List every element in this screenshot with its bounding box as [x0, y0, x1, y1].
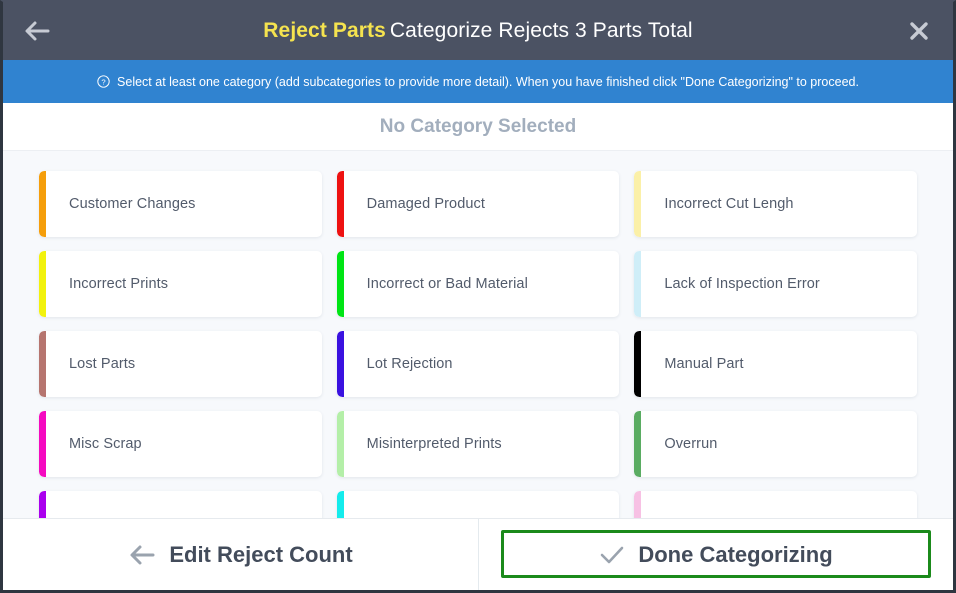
- category-accent-bar: [336, 171, 344, 237]
- instruction-bar: ? Select at least one category (add subc…: [3, 60, 953, 103]
- category-accent-bar: [634, 251, 642, 317]
- back-button[interactable]: [17, 11, 57, 51]
- category-accent-bar: [634, 331, 642, 397]
- category-accent-bar: [336, 491, 344, 518]
- category-card[interactable]: Misinterpreted Prints: [336, 411, 620, 477]
- arrow-left-icon: [128, 544, 156, 566]
- question-circle-icon: ?: [97, 75, 110, 88]
- category-card[interactable]: Damaged Product: [336, 171, 620, 237]
- category-accent-bar: [39, 251, 46, 317]
- category-card[interactable]: Incorrect Prints: [39, 251, 322, 317]
- category-card[interactable]: Incorrect Cut Lengh: [634, 171, 917, 237]
- category-label: Incorrect or Bad Material: [366, 276, 528, 292]
- category-card[interactable]: Overrun: [634, 411, 917, 477]
- category-accent-bar: [39, 491, 46, 518]
- category-card[interactable]: [39, 491, 322, 518]
- category-accent-bar: [634, 491, 642, 518]
- category-card[interactable]: Manual Part: [634, 331, 917, 397]
- category-accent-bar: [336, 251, 344, 317]
- category-grid: Customer Changes Damaged Product Incorrect…: [39, 171, 917, 518]
- category-accent-bar: [39, 171, 46, 237]
- category-card[interactable]: Misc Scrap: [39, 411, 322, 477]
- dialog-brand-title: Reject Parts: [263, 19, 386, 42]
- category-label: Incorrect Cut Lengh: [664, 196, 794, 212]
- arrow-left-icon: [25, 21, 50, 41]
- category-card[interactable]: Incorrect or Bad Material: [336, 251, 620, 317]
- category-accent-bar: [39, 411, 46, 477]
- category-label: Damaged Product: [366, 196, 486, 212]
- selected-category-bar: No Category Selected: [3, 103, 953, 151]
- category-card[interactable]: Lot Rejection: [336, 331, 620, 397]
- done-categorizing-label: Done Categorizing: [638, 541, 833, 567]
- svg-text:?: ?: [101, 77, 105, 86]
- category-accent-bar: [336, 411, 344, 477]
- check-icon: [599, 544, 625, 566]
- instruction-text: Select at least one category (add subcat…: [117, 74, 859, 89]
- category-label: Lost Parts: [69, 356, 136, 372]
- category-label: Lot Rejection: [366, 356, 453, 372]
- category-accent-bar: [336, 331, 344, 397]
- category-card[interactable]: Lack of Inspection Error: [634, 251, 917, 317]
- dialog-footer: Edit Reject Count Done Categorizing: [3, 518, 953, 590]
- category-card[interactable]: Customer Changes: [39, 171, 322, 237]
- category-accent-bar: [39, 331, 46, 397]
- category-grid-scroll[interactable]: Customer Changes Damaged Product Incorrect…: [3, 151, 953, 518]
- done-categorizing-button[interactable]: Done Categorizing: [478, 519, 953, 590]
- category-label: Manual Part: [664, 356, 744, 372]
- category-card[interactable]: [336, 491, 620, 518]
- category-accent-bar: [634, 171, 642, 237]
- category-label: Misc Scrap: [69, 436, 142, 452]
- category-card[interactable]: [634, 491, 917, 518]
- close-button[interactable]: [899, 11, 939, 51]
- category-accent-bar: [634, 411, 642, 477]
- dialog-header: Reject Parts Categorize Rejects 3 Parts T…: [3, 2, 953, 60]
- dialog-subtitle: Categorize Rejects 3 Parts Total: [389, 19, 693, 42]
- category-label: Incorrect Prints: [69, 276, 169, 292]
- category-label: Overrun: [664, 436, 718, 452]
- reject-parts-dialog: Reject Parts Categorize Rejects 3 Parts T…: [0, 0, 956, 593]
- category-label: Misinterpreted Prints: [366, 436, 502, 452]
- category-card[interactable]: Lost Parts: [39, 331, 322, 397]
- close-icon: [910, 22, 928, 40]
- edit-reject-count-button[interactable]: Edit Reject Count: [3, 519, 478, 590]
- selected-category-status: No Category Selected: [379, 115, 577, 137]
- category-label: Customer Changes: [69, 196, 196, 212]
- page-title: Reject Parts Categorize Rejects 3 Parts T…: [263, 19, 692, 43]
- category-label: Lack of Inspection Error: [664, 276, 820, 292]
- edit-reject-count-label: Edit Reject Count: [169, 541, 353, 567]
